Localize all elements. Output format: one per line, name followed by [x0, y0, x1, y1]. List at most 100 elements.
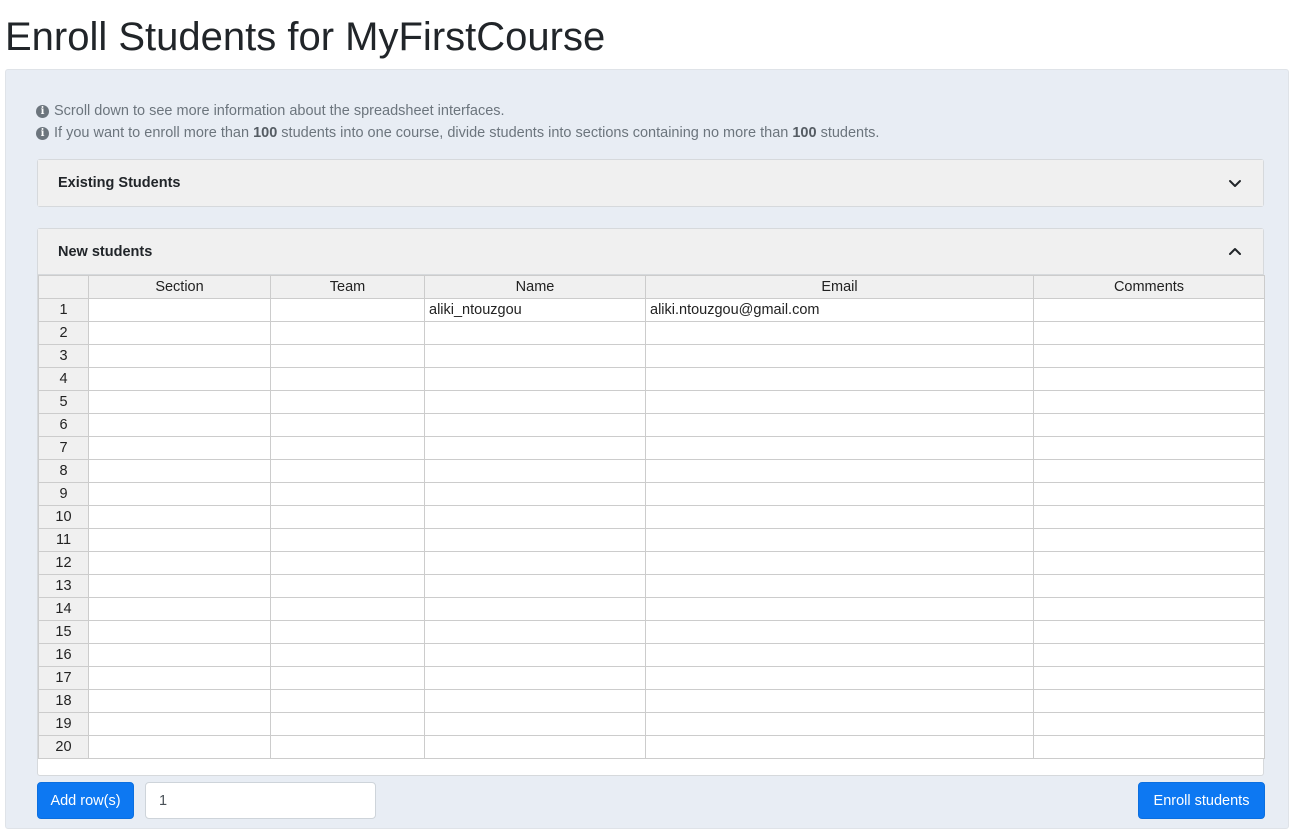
cell-comments[interactable] — [1033, 574, 1265, 598]
cell-section[interactable] — [88, 413, 271, 437]
cell-team[interactable] — [270, 298, 425, 322]
cell-email[interactable] — [645, 574, 1034, 598]
cell-team[interactable] — [270, 413, 425, 437]
cell-comments[interactable] — [1033, 643, 1265, 667]
chevron-up-icon[interactable] — [1227, 244, 1243, 260]
column-header-email[interactable]: Email — [645, 275, 1034, 299]
cell-team[interactable] — [270, 459, 425, 483]
cell-comments[interactable] — [1033, 459, 1265, 483]
cell-email[interactable] — [645, 643, 1034, 667]
row-header[interactable]: 8 — [38, 459, 89, 483]
cell-email[interactable] — [645, 367, 1034, 391]
cell-email[interactable] — [645, 459, 1034, 483]
add-rows-button[interactable]: Add row(s) — [37, 782, 134, 819]
cell-email[interactable] — [645, 482, 1034, 506]
existing-students-header[interactable]: Existing Students — [38, 160, 1263, 206]
cell-email[interactable] — [645, 551, 1034, 575]
cell-comments[interactable] — [1033, 689, 1265, 713]
row-header[interactable]: 6 — [38, 413, 89, 437]
cell-comments[interactable] — [1033, 551, 1265, 575]
cell-comments[interactable] — [1033, 482, 1265, 506]
cell-email[interactable] — [645, 436, 1034, 460]
cell-team[interactable] — [270, 574, 425, 598]
row-header[interactable]: 15 — [38, 620, 89, 644]
cell-section[interactable] — [88, 482, 271, 506]
row-header[interactable]: 4 — [38, 367, 89, 391]
row-header[interactable]: 13 — [38, 574, 89, 598]
cell-team[interactable] — [270, 505, 425, 529]
cell-name[interactable] — [424, 551, 646, 575]
cell-name[interactable] — [424, 321, 646, 345]
cell-team[interactable] — [270, 551, 425, 575]
cell-comments[interactable] — [1033, 413, 1265, 437]
cell-name[interactable] — [424, 344, 646, 368]
cell-team[interactable] — [270, 620, 425, 644]
cell-comments[interactable] — [1033, 436, 1265, 460]
cell-team[interactable] — [270, 528, 425, 552]
row-header[interactable]: 3 — [38, 344, 89, 368]
cell-email[interactable] — [645, 597, 1034, 621]
cell-comments[interactable] — [1033, 344, 1265, 368]
cell-name[interactable] — [424, 574, 646, 598]
cell-name[interactable]: aliki_ntouzgou — [424, 298, 646, 322]
cell-team[interactable] — [270, 367, 425, 391]
row-header[interactable]: 20 — [38, 735, 89, 759]
cell-comments[interactable] — [1033, 298, 1265, 322]
rows-count-input[interactable] — [145, 782, 376, 819]
cell-section[interactable] — [88, 459, 271, 483]
cell-name[interactable] — [424, 367, 646, 391]
cell-name[interactable] — [424, 482, 646, 506]
row-header[interactable]: 11 — [38, 528, 89, 552]
cell-section[interactable] — [88, 712, 271, 736]
cell-comments[interactable] — [1033, 735, 1265, 759]
chevron-down-icon[interactable] — [1227, 175, 1243, 191]
cell-section[interactable] — [88, 735, 271, 759]
cell-email[interactable] — [645, 321, 1034, 345]
cell-team[interactable] — [270, 321, 425, 345]
cell-section[interactable] — [88, 367, 271, 391]
cell-comments[interactable] — [1033, 597, 1265, 621]
row-header[interactable]: 12 — [38, 551, 89, 575]
cell-section[interactable] — [88, 321, 271, 345]
row-header[interactable]: 16 — [38, 643, 89, 667]
cell-name[interactable] — [424, 459, 646, 483]
cell-team[interactable] — [270, 436, 425, 460]
new-students-spreadsheet[interactable]: Section Team Name Email Comments 1 aliki_… — [38, 275, 1265, 759]
cell-name[interactable] — [424, 666, 646, 690]
cell-team[interactable] — [270, 643, 425, 667]
cell-section[interactable] — [88, 597, 271, 621]
cell-comments[interactable] — [1033, 712, 1265, 736]
cell-section[interactable] — [88, 528, 271, 552]
cell-email[interactable] — [645, 620, 1034, 644]
cell-team[interactable] — [270, 344, 425, 368]
cell-name[interactable] — [424, 505, 646, 529]
cell-email[interactable] — [645, 689, 1034, 713]
cell-name[interactable] — [424, 735, 646, 759]
row-header[interactable]: 10 — [38, 505, 89, 529]
cell-section[interactable] — [88, 689, 271, 713]
row-header[interactable]: 7 — [38, 436, 89, 460]
row-header[interactable]: 18 — [38, 689, 89, 713]
cell-comments[interactable] — [1033, 367, 1265, 391]
cell-comments[interactable] — [1033, 505, 1265, 529]
column-header-section[interactable]: Section — [88, 275, 271, 299]
corner-cell[interactable] — [38, 275, 89, 299]
row-header[interactable]: 9 — [38, 482, 89, 506]
cell-email[interactable] — [645, 505, 1034, 529]
cell-name[interactable] — [424, 390, 646, 414]
new-students-header[interactable]: New students — [38, 229, 1263, 275]
cell-comments[interactable] — [1033, 620, 1265, 644]
cell-comments[interactable] — [1033, 666, 1265, 690]
row-header[interactable]: 5 — [38, 390, 89, 414]
cell-email[interactable]: aliki.ntouzgou@gmail.com — [645, 298, 1034, 322]
row-header[interactable]: 19 — [38, 712, 89, 736]
cell-section[interactable] — [88, 643, 271, 667]
cell-name[interactable] — [424, 643, 646, 667]
cell-section[interactable] — [88, 436, 271, 460]
cell-email[interactable] — [645, 390, 1034, 414]
cell-name[interactable] — [424, 620, 646, 644]
row-header[interactable]: 2 — [38, 321, 89, 345]
cell-comments[interactable] — [1033, 528, 1265, 552]
cell-comments[interactable] — [1033, 390, 1265, 414]
cell-team[interactable] — [270, 390, 425, 414]
